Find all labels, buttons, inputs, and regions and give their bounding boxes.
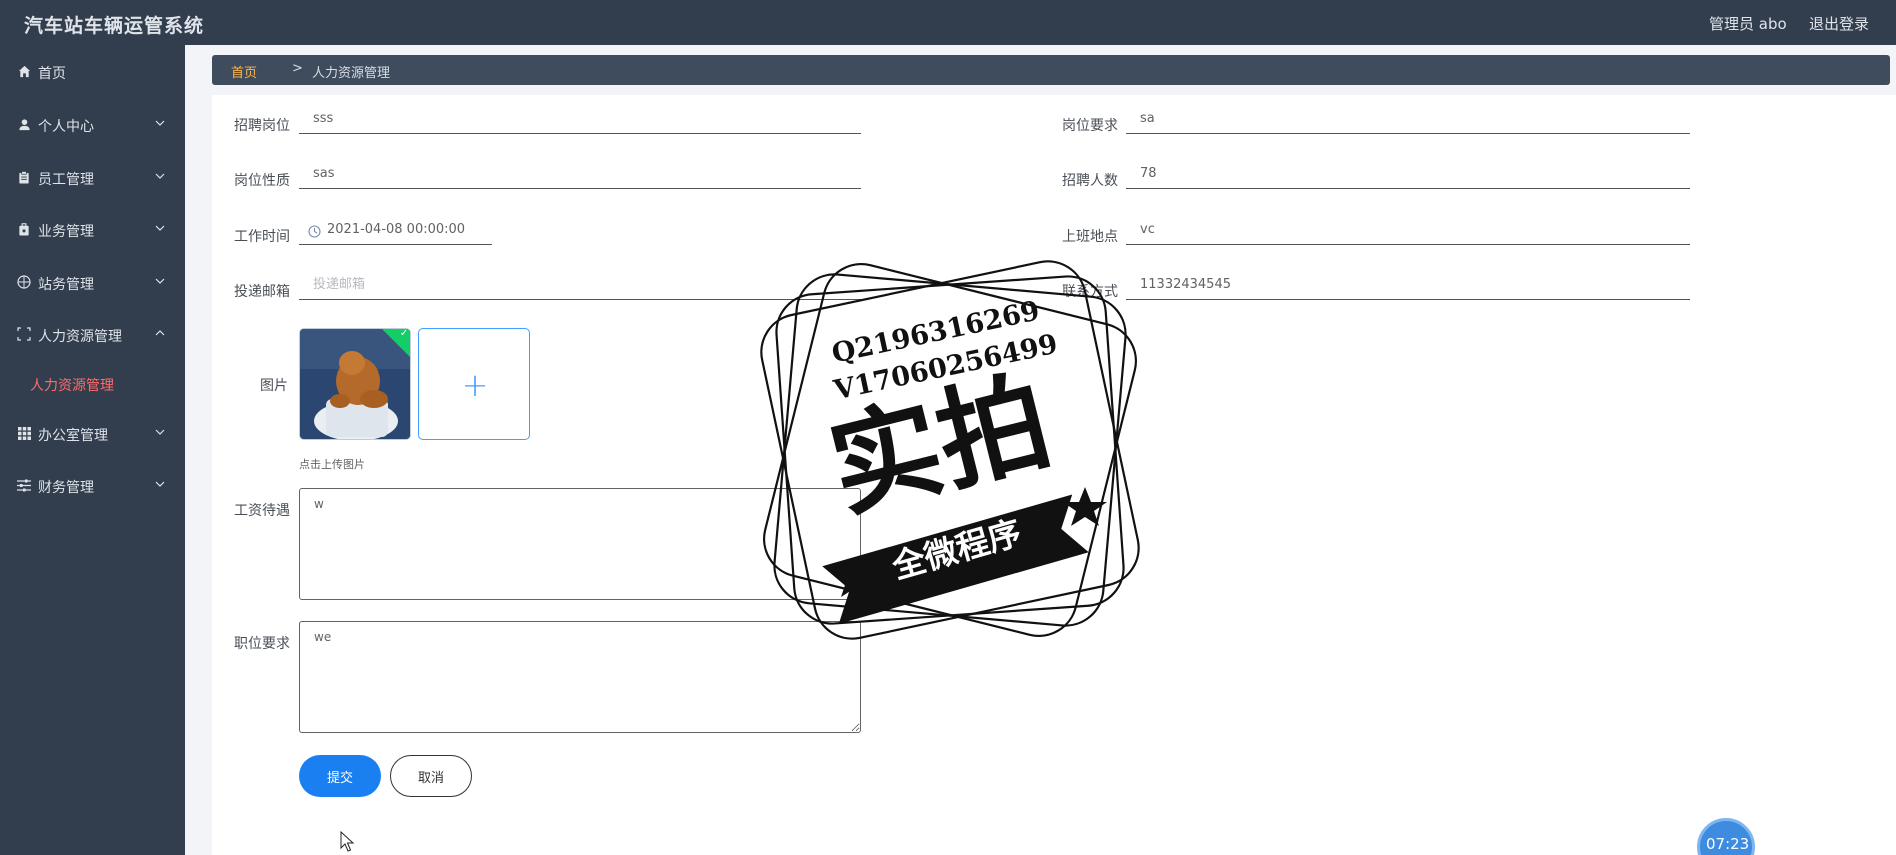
image-label: 图片: [260, 378, 288, 394]
requirement-label: 岗位要求: [1062, 118, 1118, 134]
location-input[interactable]: [1126, 215, 1690, 245]
breadcrumb-separator: >: [292, 61, 303, 76]
work-time-label: 工作时间: [234, 229, 290, 245]
chevron-down-icon: [155, 425, 167, 437]
work-time-picker[interactable]: 2021-04-08 00:00:00: [299, 215, 492, 245]
sidebar-item-personal-center[interactable]: 个人中心: [0, 105, 185, 145]
contact-label: 联系方式: [1062, 284, 1118, 300]
breadcrumb-home-link[interactable]: 首页: [231, 62, 257, 81]
work-time-value: 2021-04-08 00:00:00: [327, 222, 466, 237]
form-card: 招聘岗位 岗位要求 岗位性质 招聘人数 工作时间 2021-04-08 00:0…: [212, 95, 1896, 855]
sidebar-item-label: 财务管理: [38, 480, 94, 496]
plus-icon: +: [461, 366, 489, 404]
sidebar-item-label: 个人中心: [38, 119, 94, 135]
salary-textarea[interactable]: w: [299, 488, 861, 600]
sidebar-item-station[interactable]: 站务管理: [0, 263, 185, 303]
cancel-button[interactable]: 取消: [390, 755, 472, 797]
uploaded-image: [300, 329, 410, 439]
submit-button[interactable]: 提交: [299, 755, 381, 797]
chevron-down-icon: [155, 274, 167, 286]
sidebar-item-label: 人力资源管理: [38, 329, 122, 345]
sidebar-item-employee[interactable]: 员工管理: [0, 158, 185, 198]
sidebar-item-finance[interactable]: 财务管理: [0, 466, 185, 506]
check-icon: ✓: [399, 328, 409, 339]
chevron-down-icon: [155, 477, 167, 489]
location-label: 上班地点: [1062, 229, 1118, 245]
breadcrumb: 首页 > 人力资源管理: [212, 55, 1890, 85]
position-input[interactable]: [299, 104, 861, 134]
sidebar-item-label: 首页: [38, 66, 66, 82]
job-requirement-textarea[interactable]: we: [299, 621, 861, 733]
chevron-down-icon: [155, 169, 167, 181]
sidebar-item-label: 站务管理: [38, 277, 94, 293]
requirement-input[interactable]: [1126, 104, 1690, 134]
image-upload-button[interactable]: +: [418, 328, 530, 440]
headcount-label: 招聘人数: [1062, 173, 1118, 189]
salary-label: 工资待遇: [234, 503, 290, 519]
user-icon: [17, 117, 31, 131]
job-requirement-label: 职位要求: [234, 636, 290, 652]
logout-link[interactable]: 退出登录: [1809, 13, 1869, 34]
headcount-input[interactable]: [1126, 159, 1690, 189]
scan-icon: [17, 327, 31, 341]
sidebar-item-business[interactable]: 业务管理: [0, 210, 185, 250]
clock-time: 07:23: [1706, 835, 1750, 853]
email-input[interactable]: [299, 270, 861, 300]
sidebar: 首页 个人中心 员工管理 业务管理 站务管理 人力资源管理 人力资源管理 办公室…: [0, 45, 185, 855]
sidebar-item-label: 办公室管理: [38, 428, 108, 444]
sidebar-subitem-hr-management[interactable]: 人力资源管理: [30, 375, 114, 395]
sliders-icon: [17, 478, 31, 492]
briefcase-icon: [17, 222, 31, 236]
upload-tip: 点击上传图片: [299, 458, 365, 471]
position-label: 招聘岗位: [234, 118, 290, 134]
chevron-down-icon: [155, 221, 167, 233]
contact-input[interactable]: [1126, 270, 1690, 300]
compass-icon: [17, 275, 31, 289]
sidebar-item-office[interactable]: 办公室管理: [0, 414, 185, 454]
current-user-label: 管理员 abo: [1709, 15, 1787, 33]
main-content: 首页 > 人力资源管理 招聘岗位 岗位要求 岗位性质 招聘人数 工作时间 202…: [185, 45, 1896, 855]
nature-input[interactable]: [299, 159, 861, 189]
sidebar-item-home[interactable]: 首页: [0, 52, 185, 92]
app-title: 汽车站车辆运管系统: [24, 15, 205, 37]
email-label: 投递邮箱: [234, 284, 290, 300]
chevron-down-icon: [155, 116, 167, 128]
clock-icon: [308, 223, 321, 238]
sidebar-item-label: 员工管理: [38, 172, 94, 188]
chevron-up-icon: [155, 326, 167, 338]
clipboard-icon: [17, 170, 31, 184]
top-header: 汽车站车辆运管系统 管理员 abo 退出登录: [0, 0, 1896, 45]
uploaded-image-thumbnail[interactable]: ✓: [299, 328, 411, 440]
breadcrumb-current: 人力资源管理: [312, 66, 391, 81]
sidebar-item-hr[interactable]: 人力资源管理: [0, 315, 185, 355]
grid-icon: [17, 426, 31, 440]
home-icon: [17, 64, 31, 78]
nature-label: 岗位性质: [234, 173, 290, 189]
sidebar-item-label: 业务管理: [38, 224, 94, 240]
mouse-cursor-icon: [340, 831, 355, 852]
